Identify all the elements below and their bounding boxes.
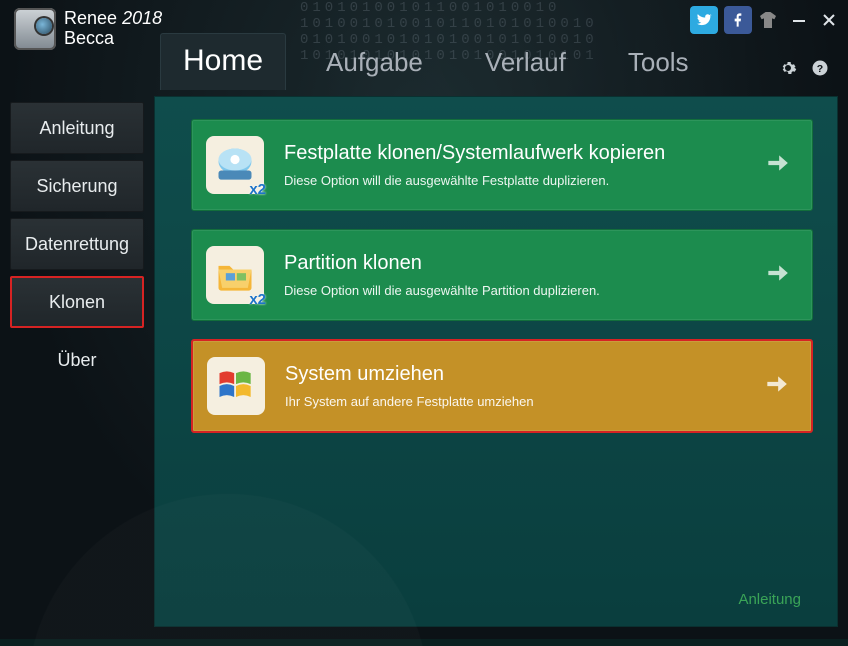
minimize-button[interactable] (790, 11, 808, 29)
close-button[interactable] (820, 11, 838, 29)
tab-aufgabe[interactable]: Aufgabe (304, 37, 445, 90)
arrow-right-icon (764, 150, 792, 181)
sidebar-item-ueber[interactable]: Über (10, 334, 144, 386)
app-subtitle: Becca (64, 28, 162, 49)
card-description: Diese Option will die ausgewählte Festpl… (284, 173, 764, 188)
title-bar: Renee 2018 Becca Home Aufga (0, 0, 848, 90)
x2-badge: x2 (249, 181, 266, 198)
arrow-right-icon (763, 371, 791, 402)
x2-badge: x2 (249, 291, 266, 308)
anleitung-link[interactable]: Anleitung (738, 591, 801, 608)
sidebar-item-datenrettung[interactable]: Datenrettung (10, 218, 144, 270)
facebook-icon[interactable] (724, 6, 752, 34)
main-panel: x2 Festplatte klonen/Systemlaufwerk kopi… (154, 96, 838, 627)
card-description: Diese Option will die ausgewählte Partit… (284, 283, 764, 298)
card-system-migrate[interactable]: System umziehen Ihr System auf andere Fe… (191, 339, 813, 433)
card-title: System umziehen (285, 363, 763, 386)
app-logo: Renee 2018 Becca (14, 8, 162, 50)
sidebar-item-anleitung[interactable]: Anleitung (10, 102, 144, 154)
twitter-icon[interactable] (690, 6, 718, 34)
help-icon[interactable]: ? (810, 58, 830, 78)
arrow-right-icon (764, 260, 792, 291)
card-clone-partition[interactable]: x2 Partition klonen Diese Option will di… (191, 229, 813, 321)
svg-text:?: ? (817, 63, 823, 75)
app-name: Renee 2018 (64, 8, 162, 28)
tab-home[interactable]: Home (160, 33, 286, 90)
vault-icon (14, 8, 56, 50)
card-clone-disk[interactable]: x2 Festplatte klonen/Systemlaufwerk kopi… (191, 119, 813, 211)
sidebar-item-klonen[interactable]: Klonen (10, 276, 144, 328)
card-description: Ihr System auf andere Festplatte umziehe… (285, 394, 763, 409)
card-title: Partition klonen (284, 252, 764, 275)
sidebar-item-sicherung[interactable]: Sicherung (10, 160, 144, 212)
tab-verlauf[interactable]: Verlauf (463, 37, 588, 90)
folder-icon: x2 (206, 246, 264, 304)
main-tabs: Home Aufgabe Verlauf Tools (160, 33, 711, 90)
card-title: Festplatte klonen/Systemlaufwerk kopiere… (284, 142, 764, 165)
tab-tools[interactable]: Tools (606, 37, 711, 90)
sidebar: Anleitung Sicherung Datenrettung Klonen … (0, 90, 150, 639)
disk-icon: x2 (206, 136, 264, 194)
windows-icon (207, 357, 265, 415)
tshirt-icon[interactable] (758, 12, 778, 28)
settings-icon[interactable] (778, 58, 798, 78)
